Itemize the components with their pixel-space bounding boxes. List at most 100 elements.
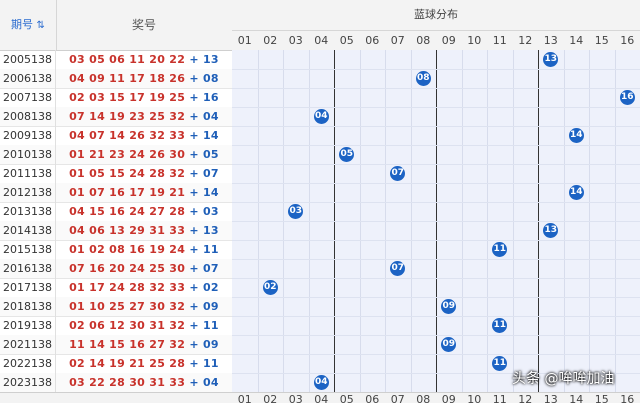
grid-hline xyxy=(232,240,640,241)
red-balls: 03 22 28 30 31 33 xyxy=(69,376,185,389)
plus-sign: + xyxy=(185,205,203,218)
plus-sign: + xyxy=(185,72,203,85)
blue-ball-marker: 07 xyxy=(390,166,405,181)
table-row: 202213802 14 19 21 25 28 + 11 xyxy=(0,354,232,374)
blue-ball-marker: 04 xyxy=(314,109,329,124)
column-header-03: 03 xyxy=(283,31,309,51)
lottery-trend-table: 期号 ⇅ 奖号 蓝球分布 010203040506070809101112131… xyxy=(0,0,640,402)
grid-hline xyxy=(232,278,640,279)
red-balls: 01 21 23 24 26 30 xyxy=(69,148,185,161)
column-header-16: 16 xyxy=(615,31,640,51)
grid-hline xyxy=(232,69,640,70)
red-balls: 01 10 25 27 30 32 xyxy=(69,300,185,313)
grid-hline xyxy=(232,316,640,317)
winning-numbers-cell: 02 06 12 30 31 32 + 11 xyxy=(56,316,232,335)
grid-hline xyxy=(232,354,640,355)
blue-ball: 09 xyxy=(203,300,219,313)
plus-sign: + xyxy=(185,186,203,199)
blue-ball: 07 xyxy=(203,262,219,275)
blue-ball: 13 xyxy=(203,53,219,66)
plus-sign: + xyxy=(185,129,203,142)
blue-ball: 14 xyxy=(203,129,219,142)
plus-sign: + xyxy=(185,91,203,104)
winning-numbers-cell: 07 14 19 23 25 32 + 04 xyxy=(56,107,232,126)
blue-ball: 11 xyxy=(203,243,219,256)
table-row: 201613807 16 20 24 25 30 + 07 xyxy=(0,259,232,279)
red-balls: 04 06 13 29 31 33 xyxy=(69,224,185,237)
period-cell: 2019138 xyxy=(0,316,56,335)
winning-numbers-cell: 01 02 08 16 19 24 + 11 xyxy=(56,240,232,259)
table-row: 202113811 14 15 16 27 32 + 09 xyxy=(0,335,232,355)
period-cell: 2017138 xyxy=(0,278,56,297)
column-header-04: 04 xyxy=(309,31,335,51)
column-header-13: 13 xyxy=(538,31,564,51)
winning-numbers-cell: 07 16 20 24 25 30 + 07 xyxy=(56,259,232,278)
table-row: 201113801 05 15 24 28 32 + 07 xyxy=(0,164,232,184)
plus-sign: + xyxy=(185,224,203,237)
plus-sign: + xyxy=(185,376,203,389)
table-row: 201013801 21 23 24 26 30 + 05 xyxy=(0,145,232,165)
blue-ball-marker: 14 xyxy=(569,185,584,200)
winning-numbers-cell: 01 21 23 24 26 30 + 05 xyxy=(56,145,232,164)
winning-numbers-cell: 04 09 11 17 18 26 + 08 xyxy=(56,69,232,88)
plus-sign: + xyxy=(185,262,203,275)
blue-ball-marker: 11 xyxy=(492,318,507,333)
period-cell: 2010138 xyxy=(0,145,56,164)
distribution-header: 蓝球分布 xyxy=(232,0,640,31)
blue-ball-marker: 02 xyxy=(263,280,278,295)
column-header-09: 09 xyxy=(436,31,462,51)
period-cell: 2011138 xyxy=(0,164,56,183)
column-header-06: 06 xyxy=(360,31,386,51)
grid-hline xyxy=(232,88,640,89)
period-cell: 2023138 xyxy=(0,373,56,392)
period-cell: 2012138 xyxy=(0,183,56,202)
period-cell: 2016138 xyxy=(0,259,56,278)
blue-ball-marker: 11 xyxy=(492,242,507,257)
period-header[interactable]: 期号 ⇅ xyxy=(0,0,57,50)
blue-ball: 14 xyxy=(203,186,219,199)
blue-ball: 11 xyxy=(203,319,219,332)
blue-ball-marker: 13 xyxy=(543,223,558,238)
table-row: 201813801 10 25 27 30 32 + 09 xyxy=(0,297,232,317)
winning-numbers-cell: 01 07 16 17 19 21 + 14 xyxy=(56,183,232,202)
column-header-12: 12 xyxy=(513,31,539,51)
red-balls: 01 02 08 16 19 24 xyxy=(69,243,185,256)
winning-numbers-cell: 03 22 28 30 31 33 + 04 xyxy=(56,373,232,392)
plus-sign: + xyxy=(185,53,203,66)
table-row: 201713801 17 24 28 32 33 + 02 xyxy=(0,278,232,298)
table-row: 201313804 15 16 24 27 28 + 03 xyxy=(0,202,232,222)
column-header-01: 01 xyxy=(232,31,258,51)
table-row: 202313803 22 28 30 31 33 + 04 xyxy=(0,373,232,393)
plus-sign: + xyxy=(185,110,203,123)
blue-ball: 07 xyxy=(203,167,219,180)
distribution-grid: 130816041405071403131107020911091104 xyxy=(232,50,640,392)
period-cell: 2013138 xyxy=(0,202,56,221)
winning-numbers-cell: 01 10 25 27 30 32 + 09 xyxy=(56,297,232,316)
red-balls: 04 07 14 26 32 33 xyxy=(69,129,185,142)
period-cell: 2018138 xyxy=(0,297,56,316)
red-balls: 02 03 15 17 19 25 xyxy=(69,91,185,104)
table-row: 200513803 05 06 11 20 22 + 13 xyxy=(0,50,232,70)
blue-ball-marker: 03 xyxy=(288,204,303,219)
column-header-08: 08 xyxy=(411,31,437,51)
watermark: 头条 @哞哞加油 xyxy=(512,368,614,388)
blue-ball: 05 xyxy=(203,148,219,161)
table-row: 200613804 09 11 17 18 26 + 08 xyxy=(0,69,232,89)
winning-numbers-cell: 01 05 15 24 28 32 + 07 xyxy=(56,164,232,183)
red-balls: 03 05 06 11 20 22 xyxy=(69,53,185,66)
blue-ball-marker: 11 xyxy=(492,356,507,371)
red-balls: 04 09 11 17 18 26 xyxy=(69,72,185,85)
blue-ball-marker: 13 xyxy=(543,52,558,67)
grid-hline xyxy=(232,297,640,298)
blue-ball-marker: 16 xyxy=(620,90,635,105)
period-cell: 2022138 xyxy=(0,354,56,373)
column-header-11: 11 xyxy=(487,31,513,51)
red-balls: 01 07 16 17 19 21 xyxy=(69,186,185,199)
grid-hline xyxy=(232,107,640,108)
blue-ball: 02 xyxy=(203,281,219,294)
period-cell: 2006138 xyxy=(0,69,56,88)
sort-icon[interactable]: ⇅ xyxy=(37,20,45,31)
blue-ball: 13 xyxy=(203,224,219,237)
winning-numbers-cell: 04 07 14 26 32 33 + 14 xyxy=(56,126,232,145)
winning-numbers-cell: 03 05 06 11 20 22 + 13 xyxy=(56,50,232,69)
